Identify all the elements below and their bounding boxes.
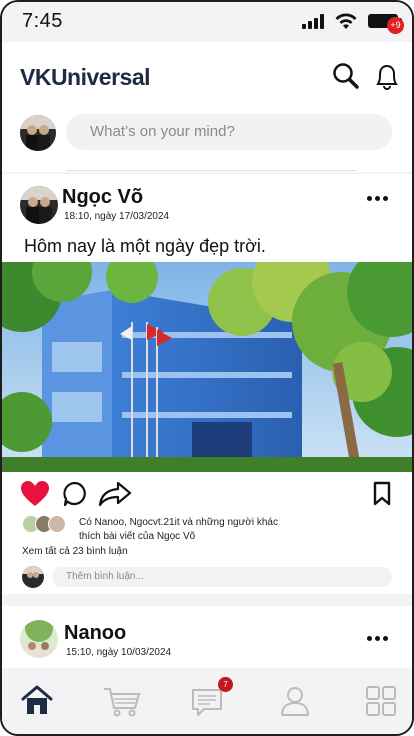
author-avatar[interactable] — [20, 620, 58, 658]
post-card: Nanoo 15:10, ngày 10/03/2024 — [2, 606, 412, 676]
post-author[interactable]: Nanoo — [64, 622, 126, 645]
wifi-icon — [335, 13, 357, 29]
signal-icon — [302, 13, 324, 29]
comment-icon[interactable] — [62, 480, 88, 508]
home-icon[interactable] — [20, 684, 54, 718]
view-comments-link[interactable]: Xem tất cả 23 bình luận — [22, 546, 128, 557]
status-bar: 7:45 — [2, 2, 412, 42]
post-author[interactable]: Ngọc Võ — [62, 186, 143, 209]
likers-avatars[interactable] — [22, 515, 78, 535]
phone-frame: 7:45 VKUniversal +9 What’s on your mind?… — [0, 0, 414, 736]
post-timestamp: 15:10, ngày 10/03/2024 — [66, 647, 172, 658]
brand-logo[interactable]: VKUniversal — [20, 64, 151, 91]
post-card: Ngọc Võ 18:10, ngày 17/03/2024 Hôm nay l… — [2, 174, 412, 594]
likes-line: Có Nanoo, Ngocvt.21it và những người khá… — [79, 517, 278, 528]
heart-icon[interactable] — [20, 480, 50, 508]
notification-badge: +9 — [387, 17, 404, 34]
avatar — [22, 566, 44, 588]
avatar[interactable] — [20, 115, 56, 151]
likes-summary[interactable]: Có Nanoo, Ngocvt.21it và những người khá… — [79, 516, 379, 544]
bookmark-icon[interactable] — [372, 480, 392, 508]
grid-icon[interactable] — [364, 684, 398, 718]
profile-icon[interactable] — [278, 684, 312, 718]
share-icon[interactable] — [98, 480, 132, 508]
bottom-nav: 7 — [2, 668, 412, 734]
bell-icon[interactable] — [370, 58, 404, 94]
cart-icon[interactable] — [102, 684, 142, 718]
avatar — [48, 515, 66, 533]
status-icons — [302, 12, 402, 30]
search-icon[interactable] — [330, 60, 362, 92]
post-actions — [2, 472, 412, 514]
post-caption: Hôm nay là một ngày đẹp trời. — [24, 236, 266, 256]
messages-badge: 7 — [218, 677, 233, 692]
divider — [66, 170, 356, 171]
status-input[interactable]: What’s on your mind? — [66, 114, 392, 150]
more-icon[interactable] — [367, 636, 388, 641]
post-composer: What’s on your mind? — [2, 112, 412, 172]
author-avatar[interactable] — [20, 186, 58, 224]
comment-input[interactable]: Thêm bình luận... — [52, 567, 392, 587]
post-timestamp: 18:10, ngày 17/03/2024 — [64, 211, 170, 222]
likes-line: thích bài viết của Ngọc Võ — [79, 531, 196, 542]
status-time: 7:45 — [22, 10, 63, 32]
app-header: VKUniversal — [2, 42, 412, 112]
more-icon[interactable] — [367, 196, 388, 201]
post-photo[interactable] — [2, 262, 412, 472]
